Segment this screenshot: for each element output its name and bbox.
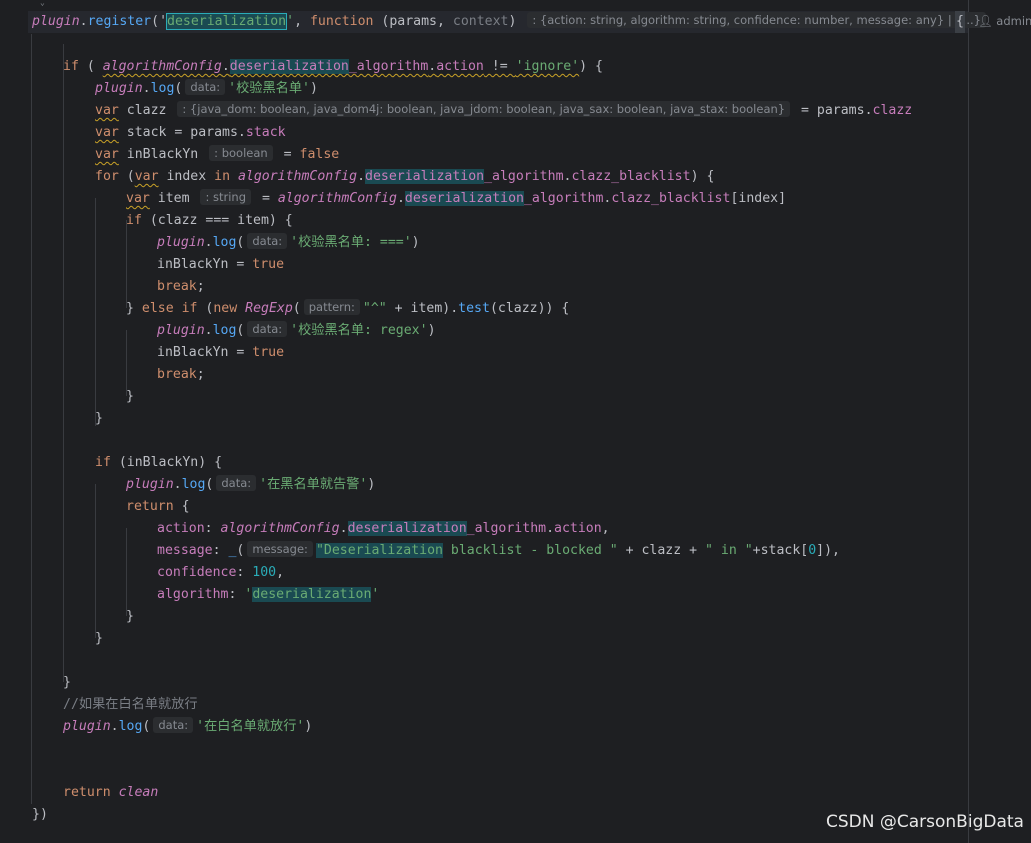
editor-gutter [0, 0, 28, 843]
code-line-if-eq[interactable]: if (clazz === item) { [126, 210, 293, 232]
code-line-close-brace[interactable]: } [95, 408, 103, 430]
watermark: CSDN @CarsonBigData [826, 812, 1024, 832]
indent-guide [31, 34, 32, 804]
right-margin-guide [968, 0, 969, 843]
code-line-log2[interactable]: plugin.log(data: '校验黑名单: ===') [157, 232, 420, 254]
code-line-var-item[interactable]: var item : string = algorithmConfig.dese… [126, 188, 786, 210]
indent-guide [95, 198, 96, 426]
code-line-var-clazz[interactable]: var clazz : {java_dom: boolean, java_dom… [95, 100, 912, 122]
code-line-confidence[interactable]: confidence: 100, [157, 562, 284, 584]
code-editor[interactable]: ⌄ plugin.register('deserialization', fun… [0, 0, 1031, 843]
user-icon: 👤︎ [978, 14, 997, 28]
code-line-return-clean[interactable]: return clean [63, 782, 158, 804]
code-line-log1[interactable]: plugin.log(data: '校验黑名单') [95, 78, 318, 100]
author-hint[interactable]: 👤︎ admin@ [978, 14, 1031, 28]
code-line-break-1[interactable]: break; [157, 276, 205, 298]
code-line-comment[interactable]: //如果在白名单就放行 [63, 694, 198, 716]
code-line-log3[interactable]: plugin.log(data: '校验黑名单: regex') [157, 320, 436, 342]
indent-guide [95, 484, 96, 638]
code-line-else-if[interactable]: } else if (new RegExp(pattern: "^" + item… [126, 298, 569, 320]
code-line-end[interactable]: }) [32, 804, 48, 826]
code-line-var-inblack[interactable]: var inBlackYn : boolean = false [95, 144, 339, 166]
fold-marker-icon[interactable]: ⌄ [40, 0, 48, 7]
indent-guide [63, 44, 64, 682]
code-line-set-true-2[interactable]: inBlackYn = true [157, 342, 284, 364]
code-line-break-2[interactable]: break; [157, 364, 205, 386]
code-line-set-true-1[interactable]: inBlackYn = true [157, 254, 284, 276]
code-line-if-action[interactable]: if ( algorithmConfig.deserialization_alg… [63, 56, 603, 78]
code-line-var-stack[interactable]: var stack = params.stack [95, 122, 286, 144]
code-line-log4[interactable]: plugin.log(data: '在黑名单就告警') [126, 474, 375, 496]
code-line-log5[interactable]: plugin.log(data: '在白名单就放行') [63, 716, 312, 738]
code-line-for[interactable]: for (var index in algorithmConfig.deseri… [95, 166, 714, 188]
indent-guide [126, 528, 127, 616]
string-literal: deserialization [166, 13, 288, 30]
bracket-match: { [955, 11, 965, 33]
code-line-if-inblack[interactable]: if (inBlackYn) { [95, 452, 222, 474]
code-line-action[interactable]: action: algorithmConfig.deserialization_… [157, 518, 610, 540]
code-line-close-brace[interactable]: } [95, 628, 103, 650]
indent-guide [126, 220, 127, 308]
code-line-algorithm[interactable]: algorithm: 'deserialization' [157, 584, 379, 606]
inlay-type-hint: : {action: string, algorithm: string, co… [527, 12, 986, 28]
code-line-close-brace[interactable]: } [126, 386, 134, 408]
code-line-close-brace[interactable]: } [126, 606, 134, 628]
code-line-close-brace[interactable]: } [63, 672, 71, 694]
code-line-return[interactable]: return { [126, 496, 190, 518]
code-line-1[interactable]: plugin.register('deserialization', funct… [32, 11, 989, 33]
code-line-message[interactable]: message: _(message: "Deserialization blac… [157, 540, 840, 562]
